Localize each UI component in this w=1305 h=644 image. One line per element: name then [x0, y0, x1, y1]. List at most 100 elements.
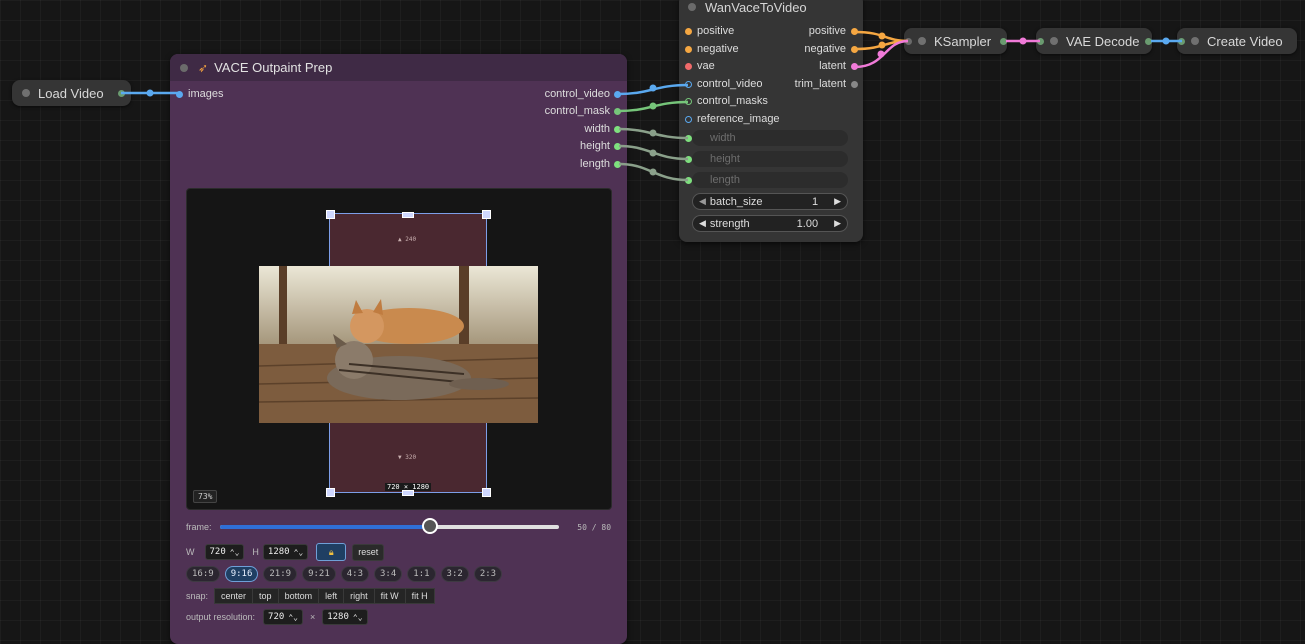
frame-slider[interactable] — [219, 518, 560, 534]
strength-widget[interactable]: ◀ strength 1.00 ▶ — [692, 215, 848, 232]
ratio-chip[interactable]: 21:9 — [263, 566, 298, 582]
output-slot-negative[interactable] — [851, 46, 858, 53]
height-stepper[interactable]: 1280 ⌃⌄ — [262, 544, 309, 560]
output-slot-height[interactable] — [614, 143, 621, 150]
ratio-chip[interactable]: 2:3 — [473, 566, 503, 582]
batch-size-widget[interactable]: ◀ batch_size 1 ▶ — [692, 193, 848, 210]
collapse-dot-icon[interactable] — [1050, 37, 1058, 45]
resize-handle-nw[interactable] — [326, 210, 335, 219]
wire-length — [618, 162, 689, 182]
stepper-arrows-icon[interactable]: ⌃⌄ — [353, 613, 363, 622]
width-label: W — [186, 547, 195, 557]
output-slot-trim-latent[interactable] — [851, 81, 858, 88]
width-field[interactable]: width — [692, 130, 848, 146]
ratio-chip[interactable]: 9:16 — [224, 566, 259, 582]
top-pad-label: ▲ 240 — [398, 236, 417, 243]
output-slot-control-video[interactable] — [614, 91, 621, 98]
vae-decode-node[interactable]: VAE Decode — [1036, 28, 1152, 54]
height-field[interactable]: height — [692, 151, 848, 167]
ksampler-node[interactable]: KSampler — [904, 28, 1007, 54]
create-video-node[interactable]: Create Video — [1177, 28, 1297, 54]
zoom-badge: 73% — [193, 490, 218, 503]
snap-button-left[interactable]: left — [318, 588, 345, 604]
input-slot-positive[interactable] — [685, 28, 692, 35]
output-slot-latent[interactable] — [851, 63, 858, 70]
input-slot-width[interactable] — [685, 135, 692, 142]
snap-button-fit-w[interactable]: fit W — [373, 588, 406, 604]
collapse-dot-icon[interactable] — [22, 89, 30, 97]
snap-button-fit-h[interactable]: fit H — [404, 588, 435, 604]
wire-width — [618, 127, 689, 140]
width-stepper[interactable]: 720 ⌃⌄ — [204, 544, 245, 560]
collapse-dot-icon[interactable] — [180, 63, 188, 72]
lock-aspect-button[interactable]: 🔒︎ — [316, 543, 347, 561]
input-slot-height[interactable] — [685, 156, 692, 163]
resize-handle-s[interactable] — [402, 490, 414, 496]
collapse-dot-icon[interactable] — [1191, 37, 1199, 45]
outpaint-preview-canvas[interactable]: ▲ 240 ▼ 320 720 × 1280 73% — [186, 188, 612, 510]
input-slot-control-video[interactable] — [685, 81, 692, 88]
input-slot-negative[interactable] — [685, 46, 692, 53]
output-label-positive: positive — [808, 25, 846, 37]
ratio-chip[interactable]: 4:3 — [340, 566, 370, 582]
snap-button-right[interactable]: right — [343, 588, 375, 604]
input-slot-vae[interactable] — [685, 63, 692, 70]
increment-arrow-icon[interactable]: ▶ — [834, 196, 841, 207]
wan-title-bar[interactable]: WanVaceToVideo — [679, 0, 863, 20]
ratio-chip[interactable]: 9:21 — [302, 566, 336, 582]
resize-handle-sw[interactable] — [326, 488, 335, 497]
output-label-trim-latent: trim_latent — [794, 78, 846, 90]
load-video-title: Load Video — [38, 85, 104, 101]
vace-title-bar[interactable]: ➶ VACE Outpaint Prep — [170, 54, 627, 81]
dims-row: W 720 ⌃⌄ H 1280 ⌃⌄ 🔒︎ reset — [186, 543, 385, 561]
height-value: 1280 — [267, 547, 290, 557]
input-slot-icon[interactable] — [1178, 38, 1185, 45]
ratio-chip[interactable]: 3:2 — [440, 566, 469, 582]
collapse-dot-icon[interactable] — [918, 37, 926, 45]
stepper-arrows-icon[interactable]: ⌃⌄ — [294, 548, 304, 557]
resize-handle-ne[interactable] — [482, 210, 491, 219]
resize-handle-n[interactable] — [402, 212, 414, 218]
input-slot-icon[interactable] — [1037, 38, 1044, 45]
input-slot-control-masks[interactable] — [685, 98, 692, 105]
input-slot-reference-image[interactable] — [685, 116, 692, 123]
output-slot-control-mask[interactable] — [614, 108, 621, 115]
vace-outpaint-prep-node[interactable]: ➶ VACE Outpaint Prep images control_vide… — [170, 54, 627, 644]
resize-handle-se[interactable] — [482, 488, 491, 497]
reset-button[interactable]: reset — [352, 543, 385, 561]
output-height-stepper[interactable]: 1280 ⌃⌄ — [322, 609, 368, 625]
frame-slider-thumb[interactable] — [421, 518, 438, 534]
output-slot-width[interactable] — [614, 126, 621, 133]
batch-size-label: batch_size — [709, 195, 763, 208]
length-field[interactable]: length — [692, 172, 848, 188]
output-slot-length[interactable] — [614, 161, 621, 168]
ratio-chip[interactable]: 1:1 — [407, 566, 436, 582]
stepper-arrows-icon[interactable]: ⌃⌄ — [230, 548, 240, 557]
output-slot-icon[interactable] — [118, 90, 125, 97]
frame-slider-fill — [219, 525, 430, 529]
vace-title: VACE Outpaint Prep — [214, 60, 333, 75]
kittens-image — [259, 266, 538, 423]
output-slot-icon[interactable] — [1145, 38, 1152, 45]
ratio-chip[interactable]: 16:9 — [186, 566, 220, 582]
output-slot-icon[interactable] — [1000, 38, 1007, 45]
snap-button-center[interactable]: center — [214, 588, 254, 604]
source-video-frame-image — [259, 266, 538, 423]
increment-arrow-icon[interactable]: ▶ — [834, 218, 841, 229]
wan-vace-to-video-node[interactable]: WanVaceToVideo positive negative vae con… — [679, 0, 863, 242]
output-width-stepper[interactable]: 720 ⌃⌄ — [263, 609, 303, 625]
output-resolution-label: output resolution: — [186, 612, 256, 622]
snap-button-bottom[interactable]: bottom — [277, 588, 320, 604]
ratio-chip[interactable]: 3:4 — [374, 566, 403, 582]
output-label-length: length — [580, 158, 610, 170]
decrement-arrow-icon[interactable]: ◀ — [699, 218, 706, 229]
output-slot-positive[interactable] — [851, 28, 858, 35]
stepper-arrows-icon[interactable]: ⌃⌄ — [288, 613, 298, 622]
load-video-node[interactable]: Load Video — [12, 80, 131, 106]
input-slot-images[interactable] — [176, 91, 183, 98]
snap-button-top[interactable]: top — [252, 588, 279, 604]
collapse-dot-icon[interactable] — [688, 3, 696, 11]
decrement-arrow-icon[interactable]: ◀ — [699, 196, 706, 207]
input-slot-length[interactable] — [685, 177, 692, 184]
input-slot-icon[interactable] — [905, 38, 912, 45]
